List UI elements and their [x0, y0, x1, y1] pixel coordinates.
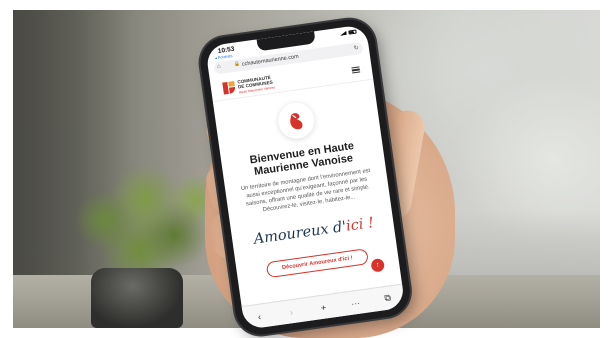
- home-icon[interactable]: ⌂: [217, 64, 221, 70]
- potted-plant: [65, 160, 215, 285]
- hero-badge: [275, 100, 317, 142]
- reload-icon[interactable]: ↻: [353, 44, 359, 52]
- phone-screen: 10:53 ◂ Formats ⌂ 🔒 cchautemaurienne.com…: [205, 24, 406, 330]
- signal-icon: [339, 31, 346, 36]
- browser-toolbar: ‹ › + ··· ⧉: [241, 283, 406, 330]
- forward-icon[interactable]: ›: [284, 306, 299, 318]
- heart-mountain-icon: [290, 113, 303, 130]
- back-icon[interactable]: ‹: [252, 310, 267, 322]
- status-icons: [339, 29, 357, 36]
- arrow-up-icon[interactable]: ↑: [370, 257, 386, 273]
- slogan: Amoureux d'ici !: [236, 213, 393, 251]
- lock-icon: 🔒: [233, 61, 241, 68]
- battery-icon: [348, 29, 357, 35]
- tabs-icon[interactable]: ⧉: [380, 292, 395, 305]
- add-tab-icon[interactable]: +: [316, 301, 331, 313]
- more-icon[interactable]: ···: [348, 297, 363, 309]
- hamburger-menu-icon[interactable]: [351, 66, 361, 74]
- slogan-main: Amoureux d': [252, 218, 348, 248]
- url-text[interactable]: cchautemaurienne.com: [242, 54, 299, 68]
- logo-icon[interactable]: [222, 80, 236, 95]
- plant-pot: [91, 268, 183, 328]
- discover-button[interactable]: Découvrir Amoureux d'ici !: [265, 248, 369, 279]
- slogan-accent: ici !: [345, 215, 375, 235]
